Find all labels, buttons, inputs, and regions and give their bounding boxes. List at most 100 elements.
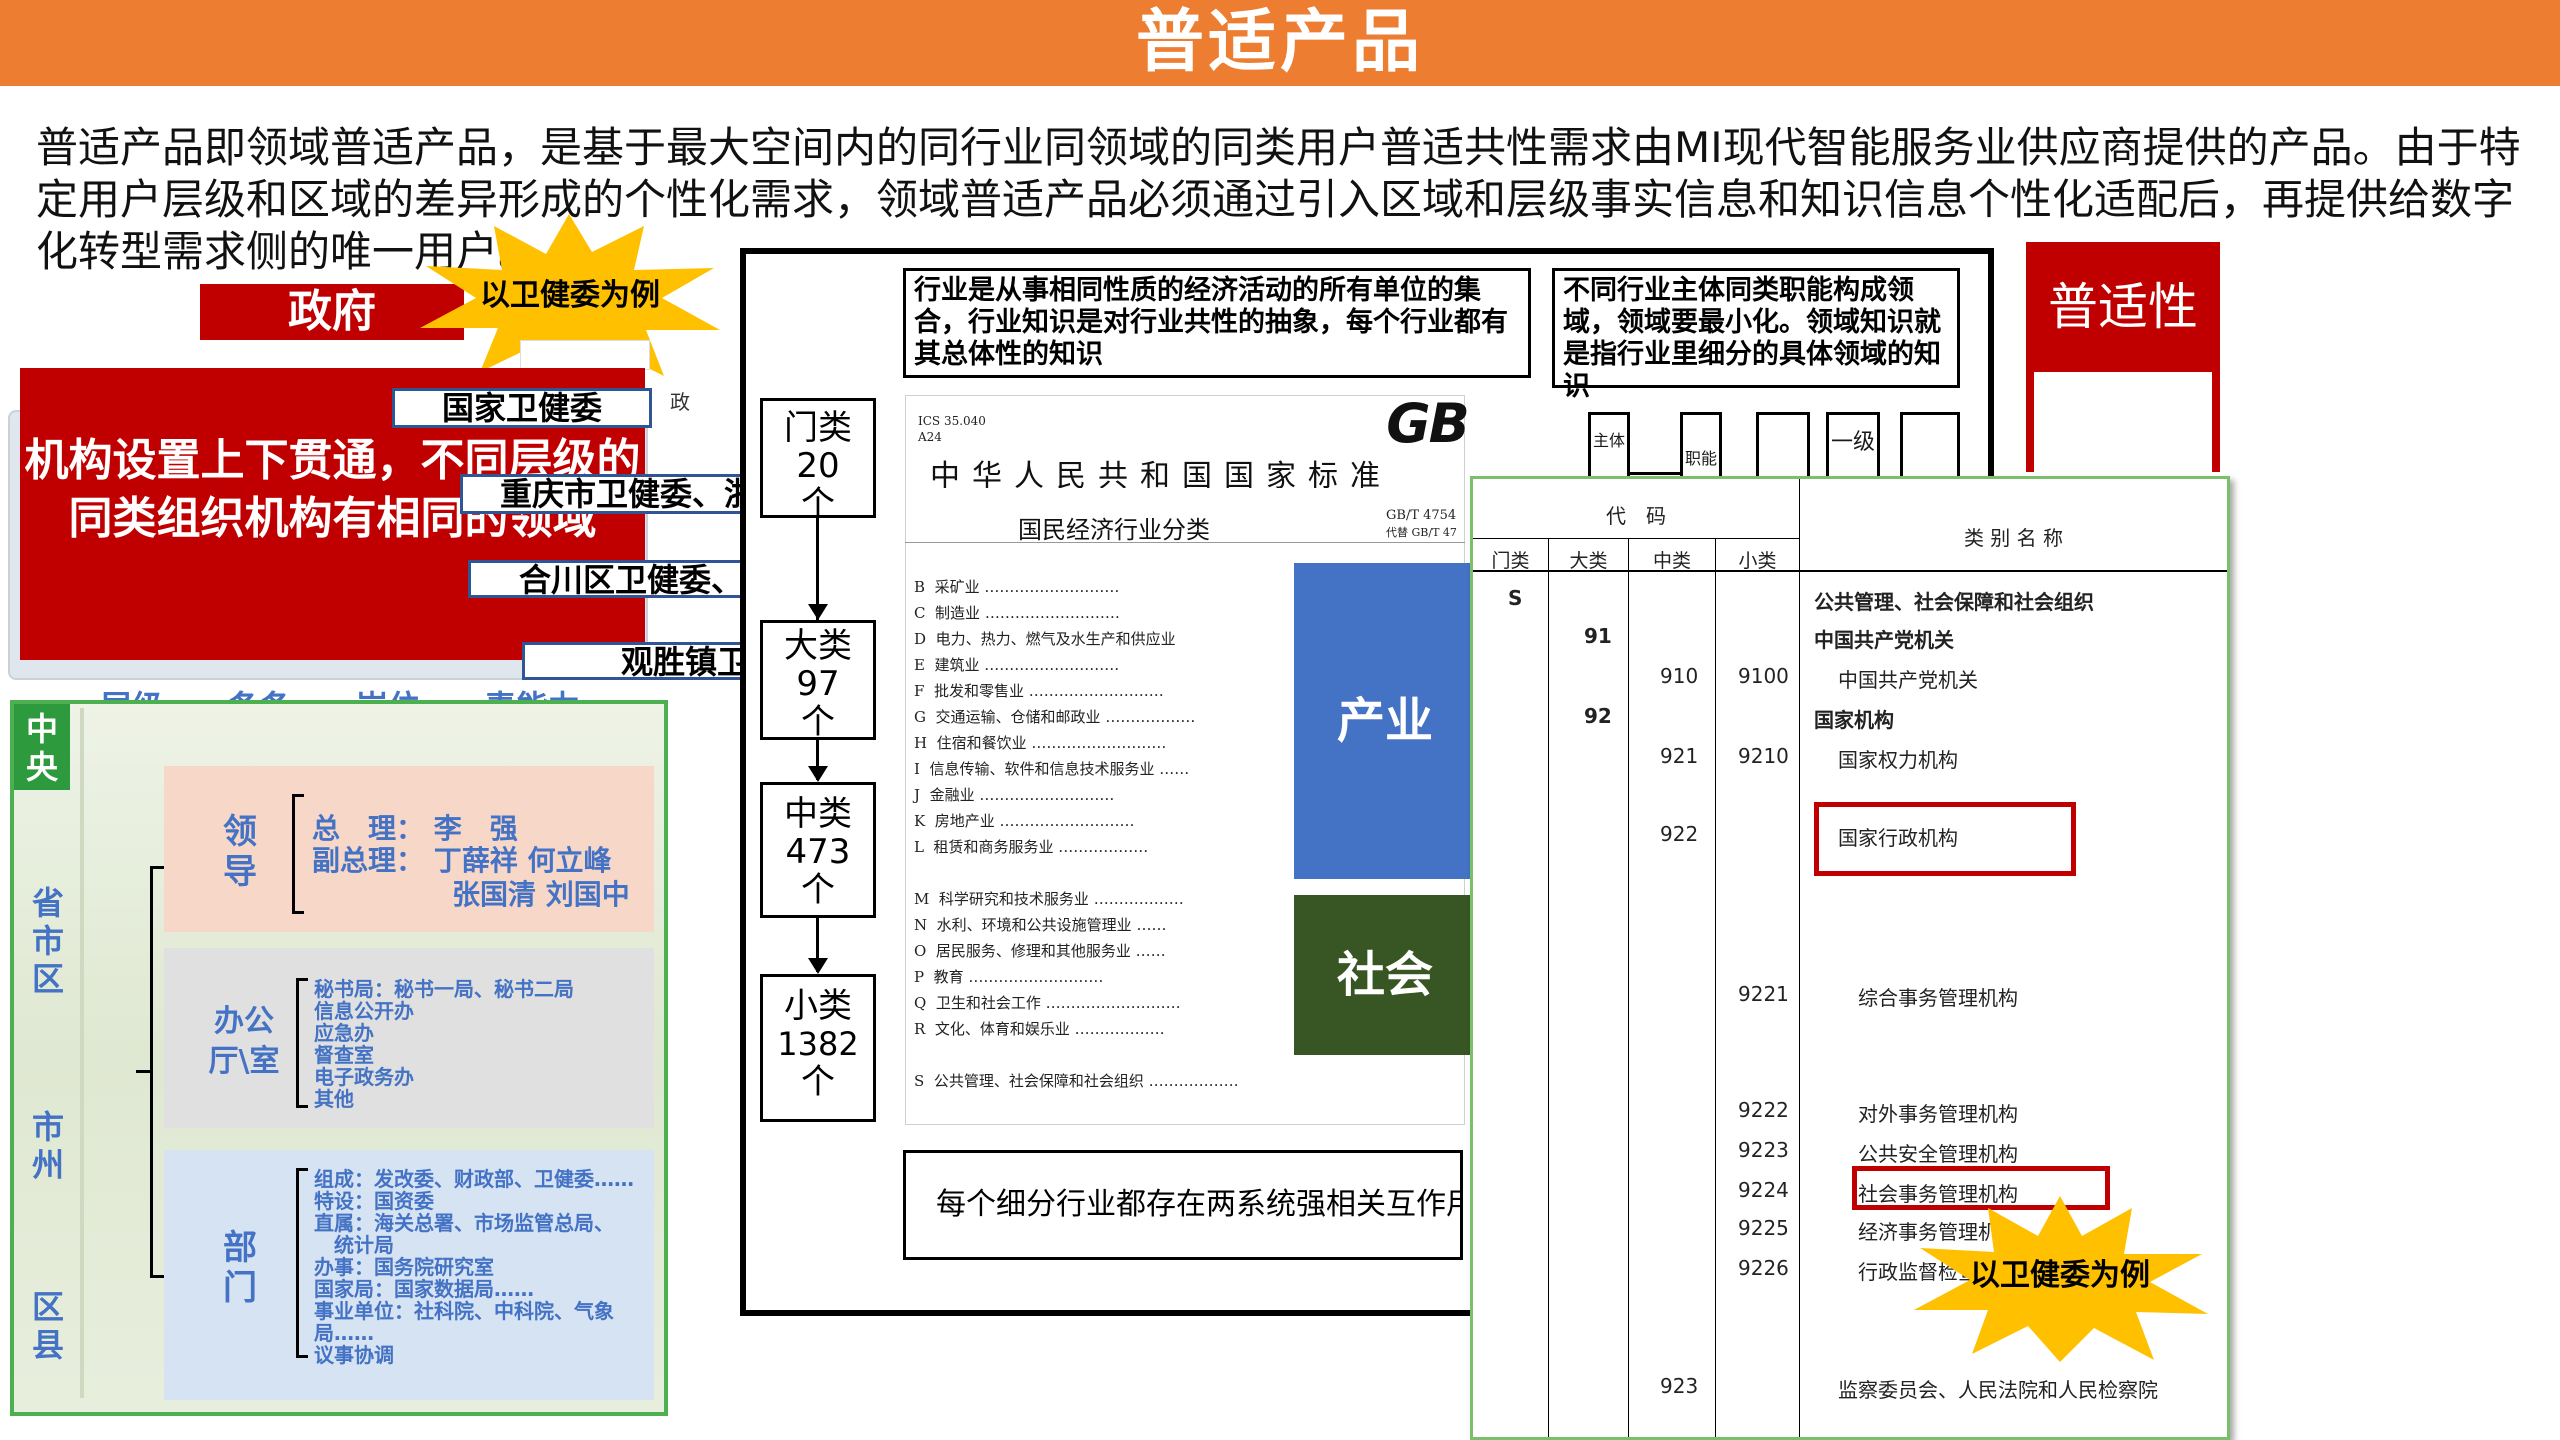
gb-section: Q 卫生和社会工作 ……………………… <box>914 994 1181 1012</box>
table-cell-name: 国家权力机构 <box>1838 748 1958 772</box>
table-cell-da: 91 <box>1584 624 1612 648</box>
flow-unit: 个 <box>801 702 835 742</box>
mini-box-blank-2 <box>1900 412 1960 484</box>
table-cell-men: S <box>1508 586 1523 610</box>
table-header-code: 代 码 <box>1606 504 1666 528</box>
gb-section-list: B 采矿业 ……………………… C 制造业 ……………………… D 电力、热力、… <box>914 576 1294 1096</box>
callout-national: 国家卫健委 <box>392 388 652 428</box>
interaction-note: 每个细分行业都存在两系统强相关互作用 <box>903 1150 1463 1260</box>
gb-section: J 金融业 ……………………… <box>914 786 1115 804</box>
table-cell-name: 公共管理、社会保障和社会组织 <box>1814 590 2094 614</box>
vice-premier-line-2: 张国清 刘国中 <box>452 878 630 911</box>
vice-premier-line: 副总理： 丁薛祥 何立峰 <box>312 844 612 877</box>
mini-box-blank <box>1756 412 1810 484</box>
gb-ics: ICS 35.040 <box>918 414 986 428</box>
table-subheader: 中类 <box>1652 550 1691 572</box>
department-item: 事业单位：社科院、中科院、气象 <box>314 1299 614 1323</box>
department-item: 统计局 <box>314 1233 394 1257</box>
gb-section: P 教育 ……………………… <box>914 968 1104 986</box>
leaders-brace <box>292 794 304 914</box>
table-cell-xiao: 9223 <box>1738 1138 1789 1162</box>
table-header-name: 类 别 名 称 <box>1963 526 2064 550</box>
gb-section: C 制造业 ……………………… <box>914 604 1120 622</box>
table-cell-zhong: 910 <box>1660 664 1699 688</box>
table-cell-xiao: 9210 <box>1738 744 1789 768</box>
gb-std-no: GB/T 4754 <box>1386 508 1457 523</box>
office-brace <box>296 978 308 1108</box>
society-tag: 社会 <box>1294 895 1476 1055</box>
table-cell-xiao: 9100 <box>1738 664 1789 688</box>
star-label-bottom: 以卫健委为例 <box>1970 1258 2150 1293</box>
gb-doc-title: 国民经济行业分类 <box>1018 516 1210 544</box>
mini-box-function: 职能 <box>1680 412 1722 484</box>
table-cell-zhong: 922 <box>1660 822 1699 846</box>
flow-box-division: 大类 97 个 <box>760 620 876 742</box>
flow-box-group: 中类 473 个 <box>760 782 876 918</box>
gb-section: N 水利、环境和公共设施管理业 …… <box>914 916 1167 934</box>
flow-arrowhead <box>808 958 828 974</box>
table-cell-xiao: 9224 <box>1738 1178 1789 1202</box>
department-item: 直属：海关总署、市场监管总局、 <box>314 1211 614 1235</box>
mini-box-subject: 主体 <box>1588 412 1630 484</box>
table-cell-name: 国家行政机构 <box>1838 826 1958 850</box>
gb-section: L 租赁和商务服务业 ……………… <box>914 838 1149 856</box>
flow-label: 大类 <box>784 626 852 666</box>
table-cell-name: 国家机构 <box>1814 708 1894 732</box>
flow-box-section: 门类 20 个 <box>760 398 876 523</box>
level-county: 区县 <box>31 1288 64 1364</box>
gb-section: H 住宿和餐饮业 ……………………… <box>914 734 1167 752</box>
department-item: 特设：国资委 <box>314 1189 434 1213</box>
flow-unit: 个 <box>801 870 835 910</box>
table-cell-name: 监察委员会、人民法院和人民检察院 <box>1838 1378 2158 1402</box>
doc-fragment <box>520 340 650 370</box>
org-main-brace-tick <box>136 1070 152 1073</box>
level-divider <box>80 708 84 1398</box>
gb-section: D 电力、热力、燃气及水生产和供应业 <box>914 630 1176 648</box>
office-item: 电子政务办 <box>314 1065 414 1089</box>
department-item: 局…… <box>314 1321 374 1345</box>
flow-box-class: 小类 1382 个 <box>760 974 876 1122</box>
gb-divider <box>905 542 1465 543</box>
flow-value: 473 <box>785 832 851 872</box>
gb-code: A24 <box>918 430 942 444</box>
office-item: 督查室 <box>314 1043 374 1067</box>
flow-unit: 个 <box>801 1062 835 1102</box>
gb-section: B 采矿业 ……………………… <box>914 578 1120 596</box>
flow-arrowhead <box>808 604 828 620</box>
table-cell-xiao: 9222 <box>1738 1098 1789 1122</box>
table-vline <box>1548 539 1549 1437</box>
gb-section: K 房地产业 ……………………… <box>914 812 1135 830</box>
department-item: 办事：国务院研究室 <box>314 1255 494 1279</box>
flow-value: 1382 <box>777 1025 859 1063</box>
table-cell-xiao: 9225 <box>1738 1216 1789 1240</box>
doc-fragment-char: 政 <box>670 390 690 414</box>
table-subheader: 大类 <box>1569 550 1608 572</box>
industry-note: 行业是从事相同性质的经济活动的所有单位的集合，行业知识是对行业共性的抽象，每个行… <box>903 268 1531 378</box>
level-city: 市州 <box>31 1108 64 1184</box>
gb-section: G 交通运输、仓储和邮政业 ……………… <box>914 708 1196 726</box>
table-cell-zhong: 923 <box>1660 1374 1699 1398</box>
gb-section: R 文化、体育和娱乐业 ……………… <box>914 1020 1165 1038</box>
gb-section: I 信息传输、软件和信息技术服务业 …… <box>914 760 1190 778</box>
flow-value: 20 <box>796 446 840 486</box>
gb-replaces: 代替 GB/T 47 <box>1386 526 1457 539</box>
level-province: 省市区 <box>31 884 64 998</box>
office-item: 信息公开办 <box>314 999 414 1023</box>
table-subheader-hline <box>1473 538 1799 539</box>
mini-box-level: 一级 <box>1826 412 1880 484</box>
gb-section: O 居民服务、修理和其他服务业 …… <box>914 942 1166 960</box>
table-vline <box>1715 539 1716 1437</box>
table-subheader: 门类 <box>1491 550 1530 572</box>
gb-section: S 公共管理、社会保障和社会组织 ……………… <box>914 1072 1239 1090</box>
flow-arrowhead <box>808 766 828 782</box>
table-cell-name: 对外事务管理机构 <box>1858 1102 2018 1126</box>
star-label-top: 以卫健委为例 <box>480 278 660 313</box>
table-cell-name: 公共安全管理机构 <box>1858 1142 2018 1166</box>
office-item: 应急办 <box>314 1021 374 1045</box>
flow-label: 中类 <box>784 794 852 834</box>
department-item: 国家局：国家数据局…… <box>314 1277 534 1301</box>
office-title: 办公厅\室 <box>208 1004 280 1079</box>
table-cell-name: 中国共产党机关 <box>1838 668 1978 692</box>
gb-section: M 科学研究和技术服务业 ……………… <box>914 890 1184 908</box>
department-item: 议事协调 <box>314 1343 394 1367</box>
